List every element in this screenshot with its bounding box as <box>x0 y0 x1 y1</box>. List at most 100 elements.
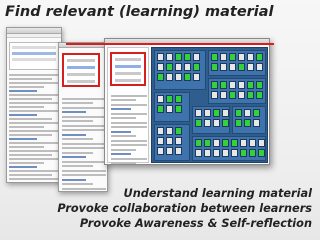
treemap-cell-highlighted[interactable] <box>231 139 238 147</box>
treemap-cell-highlighted[interactable] <box>157 105 164 113</box>
treemap-cell-highlighted[interactable] <box>184 73 191 81</box>
treemap-group[interactable] <box>232 106 266 134</box>
treemap-cell-highlighted[interactable] <box>175 105 182 113</box>
treemap-cell-highlighted[interactable] <box>211 63 218 71</box>
treemap-cell[interactable] <box>193 73 200 81</box>
treemap-cell-highlighted[interactable] <box>204 139 211 147</box>
treemap-cell-highlighted[interactable] <box>258 149 265 157</box>
treemap-cell[interactable] <box>157 147 164 155</box>
treemap-group[interactable] <box>154 92 190 122</box>
treemap-cell[interactable] <box>175 63 182 71</box>
treemap-cell-highlighted[interactable] <box>247 91 254 99</box>
treemap-cell-highlighted[interactable] <box>222 139 229 147</box>
treemap-cell[interactable] <box>229 81 236 89</box>
treemap-cell-highlighted[interactable] <box>229 91 236 99</box>
treemap-visualization[interactable] <box>151 47 268 163</box>
treemap-cell[interactable] <box>222 109 229 117</box>
tab-row <box>7 34 61 38</box>
treemap-cell-highlighted[interactable] <box>256 81 263 89</box>
treemap-group[interactable] <box>208 50 266 76</box>
treemap-cell[interactable] <box>220 53 227 61</box>
treemap-group[interactable] <box>208 78 266 104</box>
treemap-cell[interactable] <box>244 109 251 117</box>
highlight-connector-line <box>66 43 274 45</box>
treemap-cell[interactable] <box>222 149 229 157</box>
treemap-cell[interactable] <box>204 119 211 127</box>
treemap-cell-highlighted[interactable] <box>166 95 173 103</box>
sidebar-panel <box>107 47 149 164</box>
treemap-cell-highlighted[interactable] <box>175 95 182 103</box>
treemap-cell-highlighted[interactable] <box>235 119 242 127</box>
highlighted-filter-box <box>62 53 100 87</box>
treemap-cell[interactable] <box>247 53 254 61</box>
treemap-cell[interactable] <box>256 63 263 71</box>
treemap-cell[interactable] <box>211 91 218 99</box>
treemap-cell-highlighted[interactable] <box>213 109 220 117</box>
treemap-cell[interactable] <box>213 119 220 127</box>
treemap-cell-highlighted[interactable] <box>256 91 263 99</box>
treemap-cell-highlighted[interactable] <box>195 119 202 127</box>
treemap-cell[interactable] <box>238 91 245 99</box>
treemap-group[interactable] <box>154 124 190 161</box>
treemap-group[interactable] <box>192 136 266 161</box>
treemap-cell[interactable] <box>204 149 211 157</box>
treemap-cell[interactable] <box>157 53 164 61</box>
treemap-cell[interactable] <box>231 149 238 157</box>
treemap-cell[interactable] <box>157 127 164 135</box>
treemap-cell[interactable] <box>175 73 182 81</box>
treemap-cell-highlighted[interactable] <box>193 63 200 71</box>
treemap-cell-highlighted[interactable] <box>175 53 182 61</box>
treemap-cell[interactable] <box>204 109 211 117</box>
treemap-cell-highlighted[interactable] <box>195 139 202 147</box>
treemap-cell-highlighted[interactable] <box>229 53 236 61</box>
treemap-cell[interactable] <box>229 63 236 71</box>
treemap-cell[interactable] <box>220 91 227 99</box>
treemap-cell-highlighted[interactable] <box>253 109 260 117</box>
treemap-cell-highlighted[interactable] <box>244 119 251 127</box>
treemap-cell[interactable] <box>157 137 164 145</box>
treemap-cell[interactable] <box>184 63 191 71</box>
treemap-cell-highlighted[interactable] <box>220 81 227 89</box>
treemap-cell-highlighted[interactable] <box>247 81 254 89</box>
treemap-cell[interactable] <box>253 119 260 127</box>
bullet-item: Understand learning material <box>123 187 312 200</box>
treemap-cell[interactable] <box>175 137 182 145</box>
treemap-cell-highlighted[interactable] <box>235 109 242 117</box>
treemap-cell[interactable] <box>238 81 245 89</box>
treemap-cell[interactable] <box>213 149 220 157</box>
treemap-cell[interactable] <box>258 139 265 147</box>
treemap-cell-highlighted[interactable] <box>249 149 256 157</box>
treemap-cell[interactable] <box>157 63 164 71</box>
treemap-cell[interactable] <box>175 147 182 155</box>
bullet-item: Provoke Awareness & Self-reflection <box>79 217 312 230</box>
treemap-cell[interactable] <box>166 137 173 145</box>
treemap-cell[interactable] <box>157 95 164 103</box>
treemap-cell-highlighted[interactable] <box>256 53 263 61</box>
treemap-cell[interactable] <box>247 63 254 71</box>
treemap-cell[interactable] <box>195 149 202 157</box>
treemap-cell-highlighted[interactable] <box>240 149 247 157</box>
treemap-cell[interactable] <box>193 53 200 61</box>
treemap-cell-highlighted[interactable] <box>211 53 218 61</box>
treemap-cell[interactable] <box>195 109 202 117</box>
bullet-item: Provoke collaboration between learners <box>57 202 312 215</box>
treemap-cell-highlighted[interactable] <box>166 63 173 71</box>
treemap-cell[interactable] <box>166 127 173 135</box>
treemap-cell-highlighted[interactable] <box>184 53 191 61</box>
treemap-cell[interactable] <box>220 63 227 71</box>
treemap-cell-highlighted[interactable] <box>238 63 245 71</box>
treemap-group[interactable] <box>154 50 206 90</box>
treemap-cell[interactable] <box>213 139 220 147</box>
treemap-cell[interactable] <box>238 53 245 61</box>
treemap-cell[interactable] <box>166 105 173 113</box>
treemap-group[interactable] <box>192 106 230 134</box>
treemap-cell-highlighted[interactable] <box>211 81 218 89</box>
treemap-cell[interactable] <box>166 73 173 81</box>
treemap-cell[interactable] <box>249 139 256 147</box>
treemap-cell-highlighted[interactable] <box>222 119 229 127</box>
treemap-cell[interactable] <box>240 139 247 147</box>
treemap-cell-highlighted[interactable] <box>157 73 164 81</box>
treemap-cell[interactable] <box>166 53 173 61</box>
treemap-cell[interactable] <box>166 147 173 155</box>
treemap-cell-highlighted[interactable] <box>175 127 182 135</box>
